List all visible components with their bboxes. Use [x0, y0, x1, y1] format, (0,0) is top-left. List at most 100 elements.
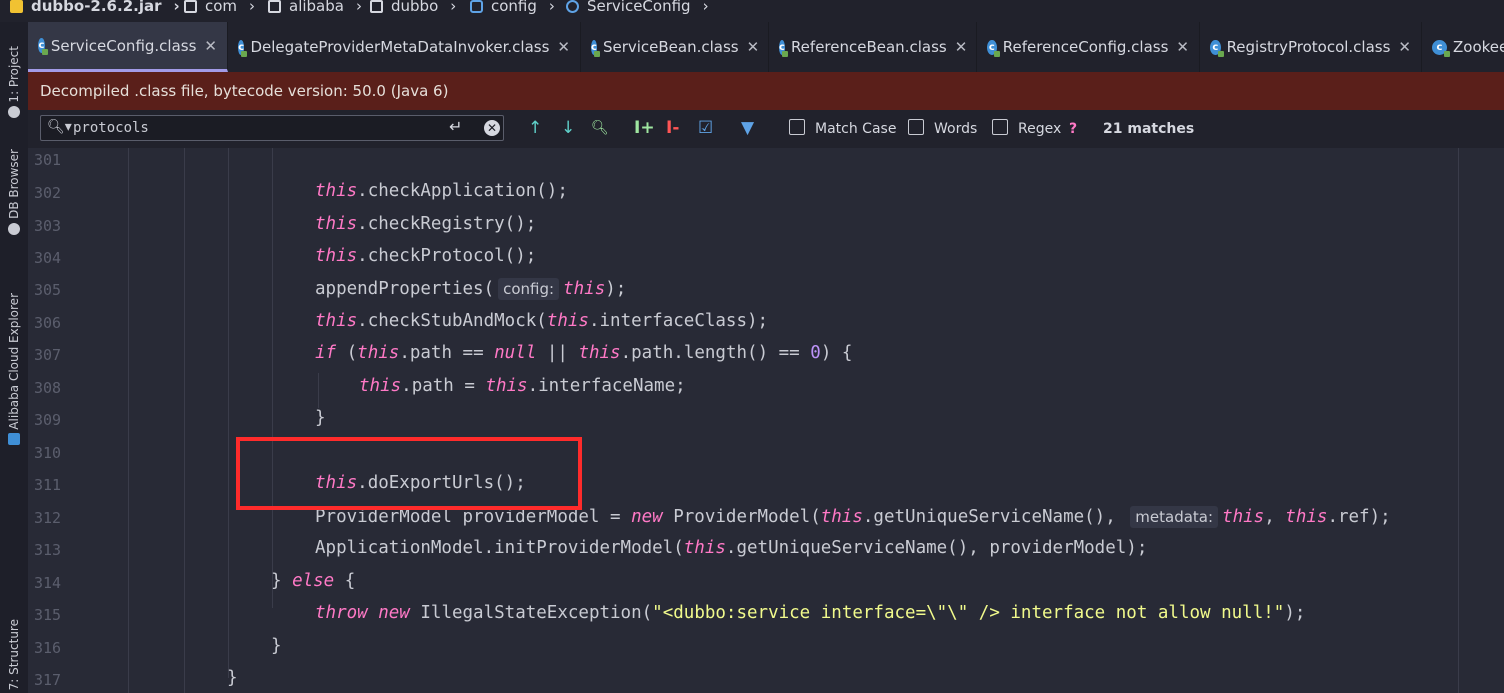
indent-guide [318, 373, 319, 408]
code-line-304[interactable]: this.checkProtocol(); [315, 246, 536, 266]
tab-referencebean[interactable]: c ReferenceBean.class ✕ [769, 22, 977, 72]
filter-icon[interactable]: ▼ [741, 118, 754, 138]
alibaba-cloud-icon [8, 433, 20, 446]
code-line-317[interactable]: } [227, 668, 238, 688]
arrow-up-icon[interactable]: ↑ [528, 118, 542, 138]
editor-tab-bar: c ServiceConfig.class ✕ c DelegateProvid… [28, 22, 1504, 72]
breadcrumb-item-alibaba[interactable]: alibaba › [268, 0, 362, 17]
class-icon [566, 0, 579, 13]
match-case-label: Match Case [815, 121, 897, 137]
class-file-icon: c [779, 39, 788, 57]
close-icon[interactable]: ✕ [747, 38, 760, 56]
code-line-302[interactable]: this.checkApplication(); [315, 181, 568, 201]
arrow-down-icon[interactable]: ↓ [561, 118, 575, 138]
class-file-icon: c [1210, 39, 1224, 57]
add-selection-icon[interactable]: I+ [634, 118, 655, 138]
search-input[interactable] [73, 118, 433, 138]
class-file-icon: c [987, 39, 1000, 57]
chevron-right-icon: › [548, 0, 555, 15]
line-number: 306 [34, 314, 62, 332]
new-line-icon[interactable]: ↵ [449, 117, 462, 136]
words-label: Words [934, 121, 978, 137]
search-history-icon[interactable]: 🔍︎▾ [47, 119, 72, 135]
find-bar: 🔍︎▾ ↵ ✕ ↑ ↓ 🔍︎ I+ I- ☑ ▼ Match Case Word… [28, 110, 1504, 149]
tool-window-strip: 1: Project DB Browser Alibaba Cloud Expl… [0, 22, 29, 693]
tab-registryprotocol[interactable]: c RegistryProtocol.class ✕ [1200, 22, 1422, 72]
folder-icon [268, 0, 281, 13]
line-number-gutter: 301 302 303 304 305 306 307 308 309 310 311 312 313 3… [28, 148, 103, 693]
class-file-icon: c [1432, 39, 1450, 57]
class-file-icon: c [238, 39, 249, 57]
tab-referenceconfig[interactable]: c ReferenceConfig.class ✕ [977, 22, 1200, 72]
close-icon[interactable]: ✕ [1398, 38, 1411, 56]
folder-icon [184, 0, 197, 13]
line-number: 303 [34, 217, 62, 235]
regex-label: Regex [1018, 121, 1062, 137]
code-line-307[interactable]: if (this.path == null || this.path.lengt… [315, 343, 852, 363]
breadcrumb-item-config[interactable]: config › [470, 0, 555, 17]
indent-guide [272, 148, 273, 608]
code-line-309[interactable]: } [315, 408, 326, 428]
database-icon [8, 222, 20, 235]
chevron-right-icon: › [249, 0, 256, 15]
chevron-right-icon: › [355, 0, 362, 15]
tab-servicebean[interactable]: c ServiceBean.class ✕ [581, 22, 769, 72]
tool-tab-structure[interactable]: 7: Structure [0, 617, 28, 693]
line-number: 317 [34, 671, 62, 689]
find-all-icon[interactable]: 🔍︎ [591, 118, 609, 138]
close-icon[interactable]: ✕ [204, 37, 217, 55]
code-line-313[interactable]: ApplicationModel.initProviderModel(this.… [315, 538, 1147, 558]
regex-help-icon[interactable]: ? [1069, 121, 1077, 137]
line-number: 308 [34, 379, 62, 397]
select-all-occurrences-icon[interactable]: ☑ [698, 118, 713, 138]
param-hint-config: config: [498, 278, 560, 300]
code-line-306[interactable]: this.checkStubAndMock(this.interfaceClas… [315, 311, 768, 331]
project-icon [8, 106, 20, 119]
code-line-303[interactable]: this.checkRegistry(); [315, 214, 536, 234]
jar-icon [10, 0, 23, 13]
match-count: 21 matches [1103, 121, 1195, 137]
breadcrumb-item-serviceconfig[interactable]: ServiceConfig › [566, 0, 709, 17]
tool-tab-db-browser[interactable]: DB Browser [0, 142, 28, 242]
param-hint-metadata: metadata: [1130, 506, 1219, 528]
code-line-315[interactable]: throw new IllegalStateException("<dubbo:… [315, 603, 1305, 623]
breadcrumb-item-com[interactable]: com › [184, 0, 255, 17]
package-icon [470, 0, 483, 13]
code-line-316[interactable]: } [271, 636, 282, 656]
close-icon[interactable]: ✕ [557, 38, 570, 56]
tool-tab-project[interactable]: 1: Project [0, 32, 28, 132]
code-line-314[interactable]: } else { [271, 571, 355, 591]
breadcrumb-item-dubbo[interactable]: dubbo › [370, 0, 456, 17]
indent-guide [128, 148, 129, 693]
right-margin-guide [1458, 148, 1459, 693]
remove-selection-icon[interactable]: I- [666, 118, 679, 138]
line-number: 315 [34, 606, 62, 624]
code-line-308[interactable]: this.path = this.interfaceName; [359, 376, 686, 396]
folder-icon [370, 0, 383, 13]
line-number: 313 [34, 541, 62, 559]
breadcrumb-item-jar[interactable]: dubbo-2.6.2.jar › [10, 0, 180, 17]
line-number: 305 [34, 281, 62, 299]
match-case-checkbox[interactable] [789, 119, 805, 135]
tab-zookeeper[interactable]: c Zookee [1422, 22, 1504, 72]
chevron-right-icon: › [702, 0, 709, 15]
tool-tab-alibaba-cloud-explorer[interactable]: Alibaba Cloud Explorer [0, 284, 28, 454]
regex-checkbox[interactable] [992, 119, 1008, 135]
tab-serviceconfig[interactable]: c ServiceConfig.class ✕ [28, 22, 228, 72]
code-editor[interactable]: 301 302 303 304 305 306 307 308 309 310 311 312 313 3… [28, 148, 1504, 693]
line-number: 304 [34, 249, 62, 267]
line-number: 301 [34, 151, 62, 169]
line-number: 312 [34, 509, 62, 527]
close-icon[interactable]: ✕ [955, 38, 968, 56]
clear-icon[interactable]: ✕ [484, 120, 500, 136]
close-icon[interactable]: ✕ [1176, 38, 1189, 56]
code-line-305[interactable]: appendProperties(config: this); [315, 278, 626, 300]
tab-delegateprovidermetadatainvoker[interactable]: c DelegateProviderMetaDataInvoker.class … [228, 22, 581, 72]
words-checkbox[interactable] [908, 119, 924, 135]
indent-guide [184, 148, 185, 693]
line-number: 311 [34, 476, 62, 494]
line-number: 302 [34, 184, 62, 202]
class-file-icon: c [591, 39, 600, 57]
line-number: 309 [34, 411, 62, 429]
line-number: 310 [34, 444, 62, 462]
